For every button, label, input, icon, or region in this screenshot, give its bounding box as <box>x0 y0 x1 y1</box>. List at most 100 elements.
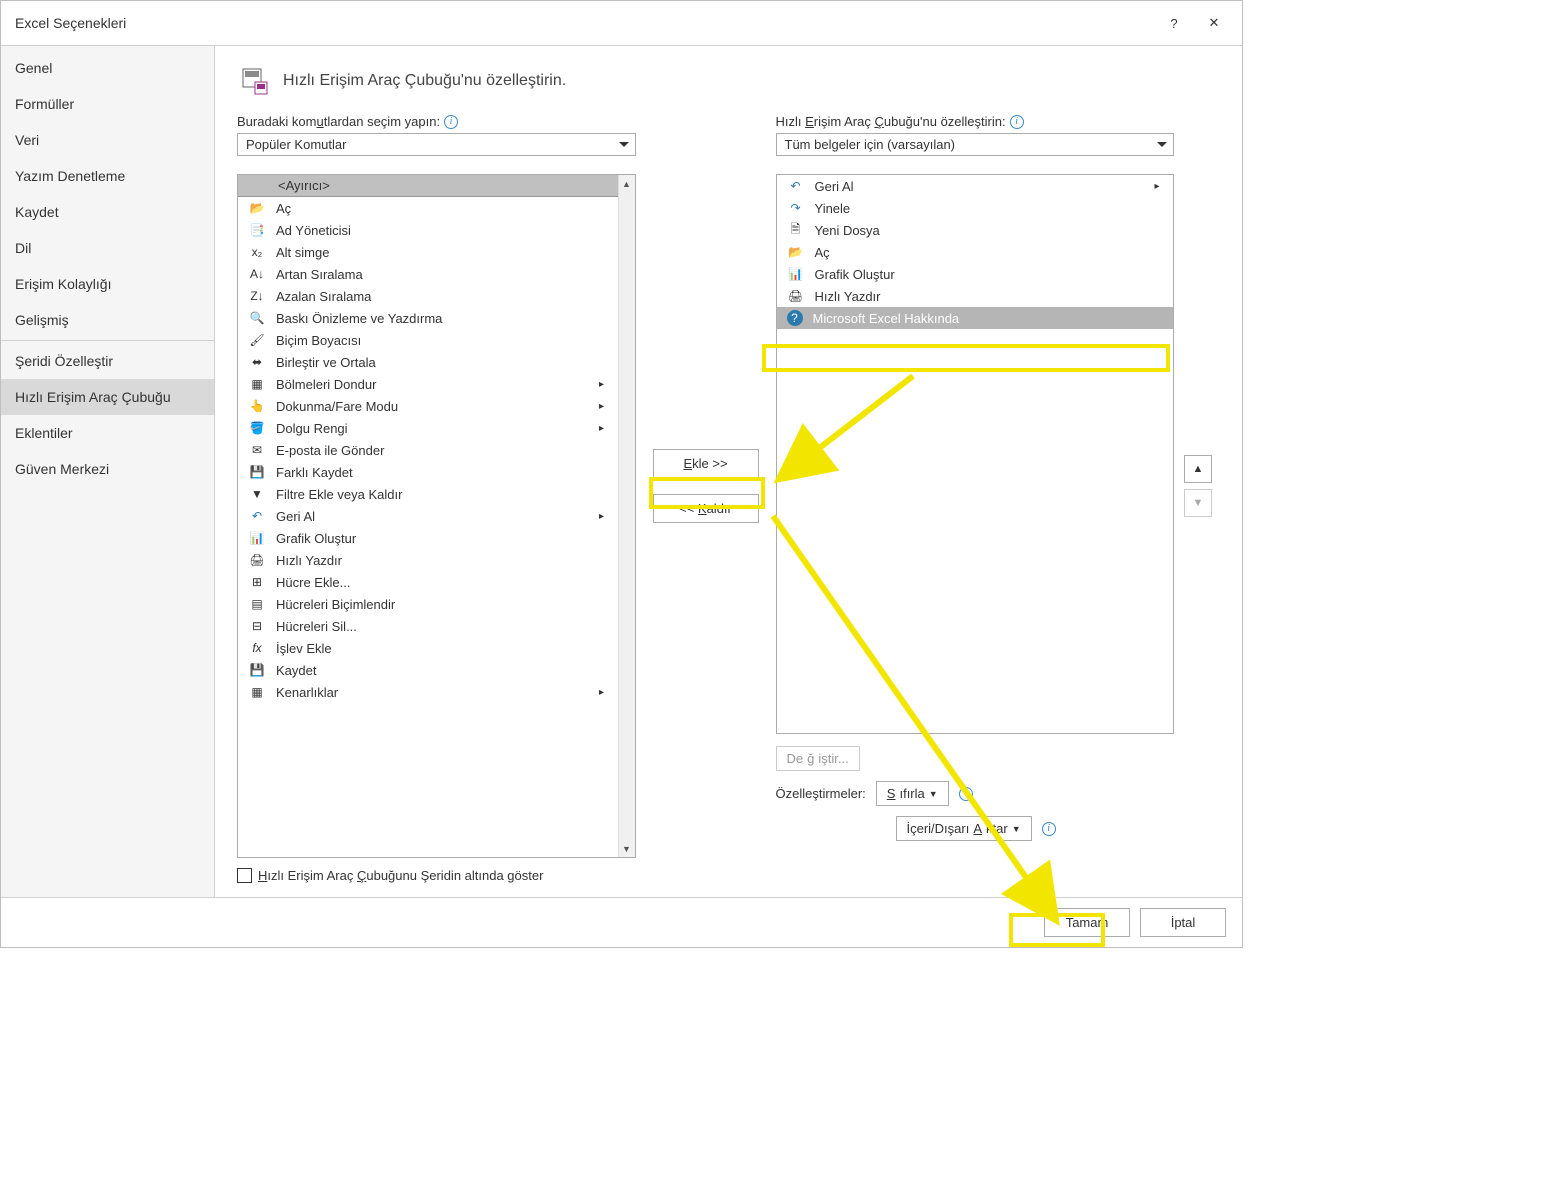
scope-dropdown[interactable]: Tüm belgeler için (varsayılan) <box>776 133 1175 156</box>
excel-options-dialog: Excel Seçenekleri ? ✕ Genel Formüller Ve… <box>0 0 1243 948</box>
sidebar-item-data[interactable]: Veri <box>1 122 214 158</box>
cmd-save[interactable]: 💾Kaydet <box>238 659 618 681</box>
sidebar-item-proofing[interactable]: Yazım Denetleme <box>1 158 214 194</box>
info-icon[interactable]: i <box>444 115 458 129</box>
cmd-borders[interactable]: ▦Kenarlıklar▸ <box>238 681 618 703</box>
cmd-format-cells[interactable]: ▤Hücreleri Biçimlendir <box>238 593 618 615</box>
header-title: Hızlı Erişim Araç Çubuğu'nu özelleştirin… <box>283 72 566 90</box>
close-icon[interactable]: ✕ <box>1194 9 1234 37</box>
name-manager-icon: 📑 <box>248 222 266 238</box>
cmd-save-as[interactable]: 💾Farklı Kaydet <box>238 461 618 483</box>
qa-open[interactable]: 📂Aç <box>777 241 1174 263</box>
reset-button[interactable]: Sıfırla ▼ <box>876 781 949 806</box>
qa-about-excel[interactable]: ?Microsoft Excel Hakkında <box>777 307 1174 329</box>
borders-icon: ▦ <box>248 684 266 700</box>
below-ribbon-checkbox[interactable] <box>237 868 252 883</box>
commands-label: Buradaki komutlardan seçim yapın: <box>237 114 440 129</box>
sidebar-item-general[interactable]: Genel <box>1 50 214 86</box>
submenu-icon: ▸ <box>596 379 608 390</box>
info-icon[interactable]: i <box>1042 822 1056 836</box>
cancel-button[interactable]: İptal <box>1140 908 1226 937</box>
sidebar-item-advanced[interactable]: Gelişmiş <box>1 302 214 338</box>
qa-redo[interactable]: ↷Yinele <box>777 197 1174 219</box>
insert-cells-icon: ⊞ <box>248 574 266 590</box>
cmd-email[interactable]: ✉E-posta ile Gönder <box>238 439 618 461</box>
list-separator-item[interactable]: <Ayırıcı> <box>238 175 618 197</box>
cmd-sort-desc[interactable]: Z↓Azalan Sıralama <box>238 285 618 307</box>
cmd-name-manager[interactable]: 📑Ad Yöneticisi <box>238 219 618 241</box>
reorder-buttons: ▲ ▼ <box>1184 114 1220 858</box>
subscript-icon: x₂ <box>248 244 266 260</box>
chart-icon: 📊 <box>248 530 266 546</box>
help-icon[interactable]: ? <box>1154 9 1194 37</box>
commands-source-value: Popüler Komutlar <box>246 137 346 152</box>
chart-icon: 📊 <box>787 266 805 282</box>
remove-button[interactable]: << Kaldır <box>653 494 759 523</box>
format-painter-icon: 🖌 <box>248 332 266 348</box>
qa-new[interactable]: 🗎Yeni Dosya <box>777 219 1174 241</box>
sidebar-item-save[interactable]: Kaydet <box>1 194 214 230</box>
quick-access-list[interactable]: ↶Geri Al▸ ↷Yinele 🗎Yeni Dosya 📂Aç 📊Grafi… <box>777 175 1174 733</box>
sidebar-item-formulas[interactable]: Formüller <box>1 86 214 122</box>
cmd-print-preview[interactable]: 🔍Baskı Önizleme ve Yazdırma <box>238 307 618 329</box>
format-cells-icon: ▤ <box>248 596 266 612</box>
cmd-freeze-panes[interactable]: ▦Bölmeleri Dondur▸ <box>238 373 618 395</box>
qa-chart[interactable]: 📊Grafik Oluştur <box>777 263 1174 285</box>
available-commands-panel: Buradaki komutlardan seçim yapın: i Popü… <box>237 114 636 858</box>
sidebar-item-ribbon[interactable]: Şeridi Özelleştir <box>1 343 214 379</box>
scrollbar[interactable]: ▲ ▼ <box>618 175 635 857</box>
cmd-quick-print[interactable]: 🖨Hızlı Yazdır <box>238 549 618 571</box>
cmd-open[interactable]: 📂Aç <box>238 197 618 219</box>
redo-icon: ↷ <box>787 200 805 216</box>
scroll-down-icon[interactable]: ▼ <box>619 840 635 857</box>
titlebar: Excel Seçenekleri ? ✕ <box>1 1 1242 45</box>
open-folder-icon: 📂 <box>248 200 266 216</box>
sidebar-separator <box>1 340 214 341</box>
customizations-label: Özelleştirmeler: <box>776 786 866 801</box>
cmd-touch-mouse[interactable]: 👆Dokunma/Fare Modu▸ <box>238 395 618 417</box>
merge-center-icon: ⬌ <box>248 354 266 370</box>
qa-quick-print[interactable]: 🖨Hızlı Yazdır <box>777 285 1174 307</box>
import-export-button[interactable]: İçeri/Dışarı Aktar ▼ <box>896 816 1032 841</box>
open-folder-icon: 📂 <box>787 244 805 260</box>
move-up-button[interactable]: ▲ <box>1184 455 1212 483</box>
save-as-icon: 💾 <box>248 464 266 480</box>
quick-access-label: Hızlı Erişim Araç Çubuğu'nu özelleştirin… <box>776 114 1006 129</box>
quick-print-icon: 🖨 <box>248 552 266 568</box>
cmd-insert-cells[interactable]: ⊞Hücre Ekle... <box>238 571 618 593</box>
cmd-chart[interactable]: 📊Grafik Oluştur <box>238 527 618 549</box>
quick-access-panel: Hızlı Erişim Araç Çubuğu'nu özelleştirin… <box>776 114 1175 858</box>
cmd-subscript[interactable]: x₂Alt simge <box>238 241 618 263</box>
commands-source-dropdown[interactable]: Popüler Komutlar <box>237 133 636 156</box>
ok-button[interactable]: Tamam <box>1044 908 1130 937</box>
info-icon[interactable]: i <box>1010 115 1024 129</box>
cmd-sort-asc[interactable]: A↓Artan Sıralama <box>238 263 618 285</box>
below-ribbon-label: Hızlı Erişim Araç Çubuğunu Şeridin altın… <box>258 868 543 883</box>
cmd-fill-color[interactable]: 🪣Dolgu Rengi▸ <box>238 417 618 439</box>
move-down-button: ▼ <box>1184 489 1212 517</box>
available-commands-list[interactable]: <Ayırıcı> 📂Aç 📑Ad Yöneticisi x₂Alt simge… <box>238 175 618 857</box>
filter-icon: ▼ <box>248 486 266 502</box>
submenu-icon: ▸ <box>596 401 608 412</box>
email-icon: ✉ <box>248 442 266 458</box>
sidebar-item-accessibility[interactable]: Erişim Kolaylığı <box>1 266 214 302</box>
info-icon[interactable]: i <box>959 787 973 801</box>
modify-button: Değiştir... <box>776 746 860 771</box>
cmd-delete-cells[interactable]: ⊟Hücreleri Sil... <box>238 615 618 637</box>
add-button[interactable]: Ekle >> <box>653 449 759 478</box>
sidebar-item-trust[interactable]: Güven Merkezi <box>1 451 214 487</box>
qa-undo[interactable]: ↶Geri Al▸ <box>777 175 1174 197</box>
cmd-fx[interactable]: fxİşlev Ekle <box>238 637 618 659</box>
cmd-merge-center[interactable]: ⬌Birleştir ve Ortala <box>238 351 618 373</box>
header: Hızlı Erişim Araç Çubuğu'nu özelleştirin… <box>237 64 1220 98</box>
cmd-format-painter[interactable]: 🖌Biçim Boyacısı <box>238 329 618 351</box>
touch-mouse-icon: 👆 <box>248 398 266 414</box>
sidebar-item-quick-access[interactable]: Hızlı Erişim Araç Çubuğu <box>1 379 214 415</box>
sidebar-item-addins[interactable]: Eklentiler <box>1 415 214 451</box>
dialog-footer: Tamam İptal <box>1 897 1242 947</box>
cmd-filter[interactable]: ▼Filtre Ekle veya Kaldır <box>238 483 618 505</box>
scroll-up-icon[interactable]: ▲ <box>619 175 635 192</box>
middle-buttons: Ekle >> << Kaldır <box>646 114 766 858</box>
sidebar-item-language[interactable]: Dil <box>1 230 214 266</box>
cmd-undo[interactable]: ↶Geri Al▸ <box>238 505 618 527</box>
